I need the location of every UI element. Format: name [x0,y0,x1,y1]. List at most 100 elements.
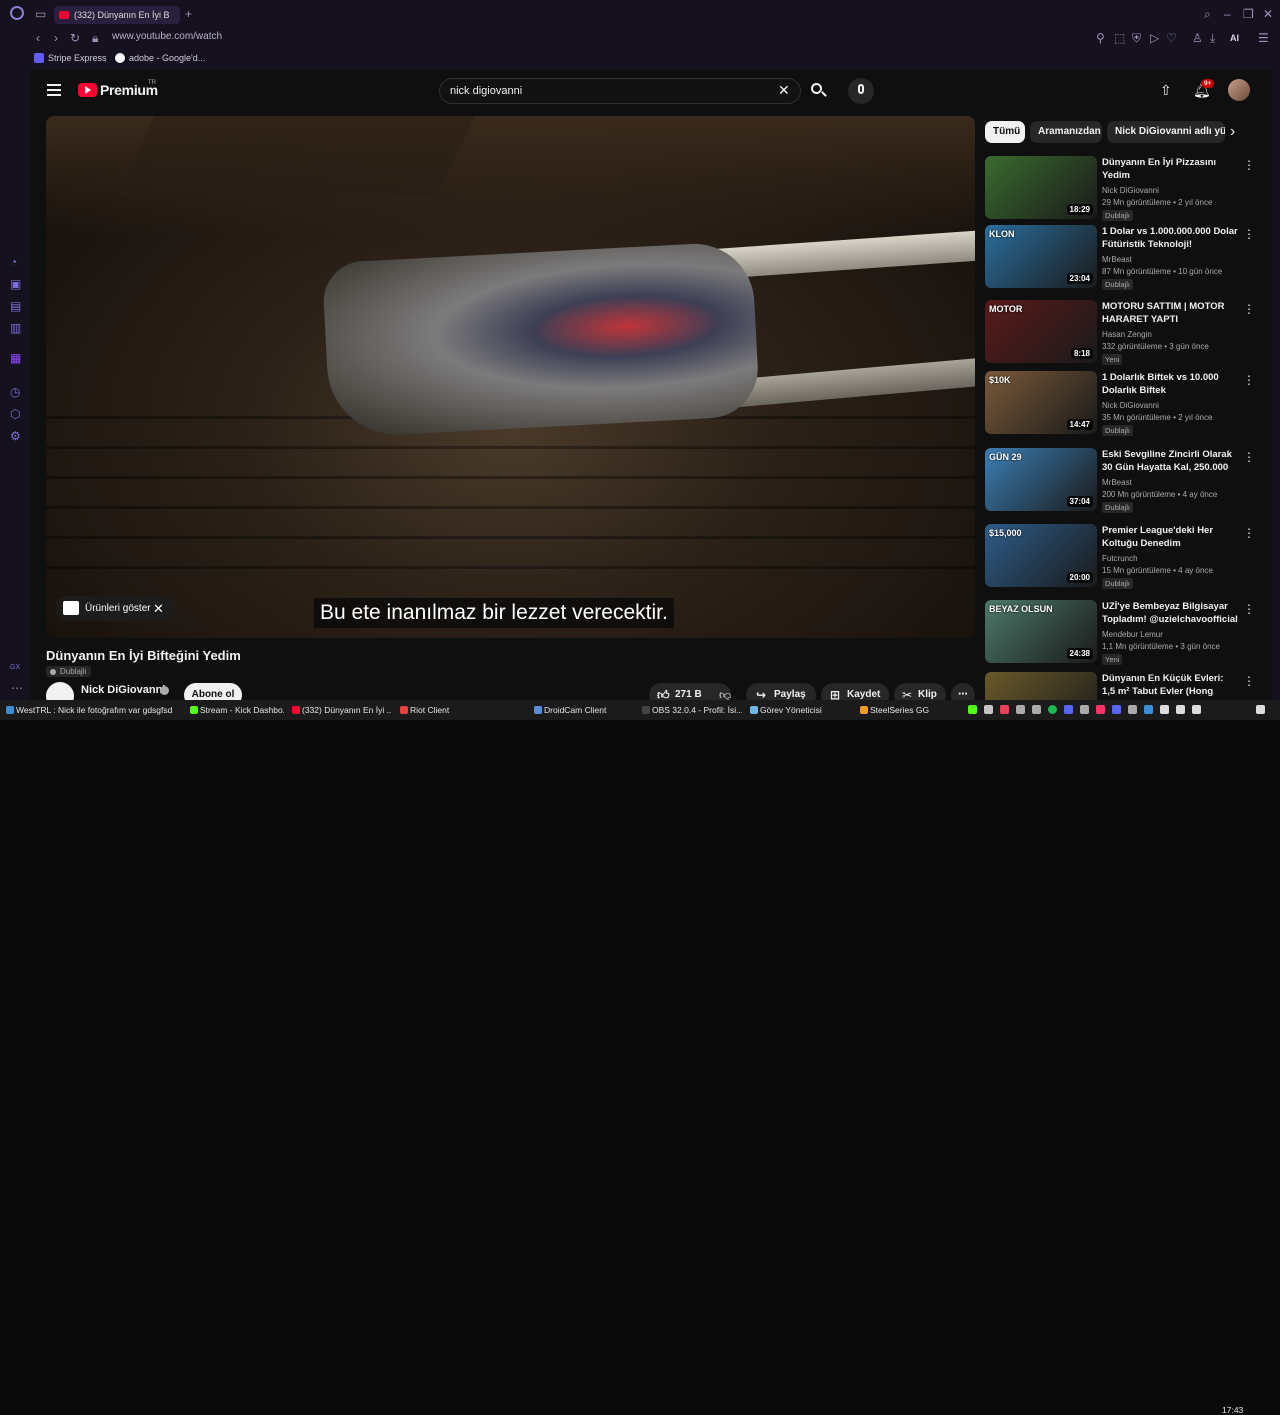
show-products-button[interactable]: Ürünleri göster ✕ [55,596,175,621]
video-thumbnail[interactable]: KLON 23:04 [985,225,1097,288]
sidebar-settings-icon[interactable]: ⚙ [10,428,21,444]
taskbar-app-button[interactable]: WestTRL : Nick ile fotoğrafım var gdsgfs… [4,702,184,718]
chip-channel-uploads[interactable]: Nick DiGiovanni adlı yükl [1107,121,1225,143]
tab-search-icon[interactable]: ⌕ [1204,6,1211,22]
minimize-icon[interactable]: – [1224,6,1231,22]
maximize-icon[interactable]: ❐ [1243,6,1254,22]
video-thumbnail[interactable]: $15,000 20:00 [985,524,1097,587]
recommendation-title[interactable]: UZİ'ye Bembeyaz Bilgisayar Topladım! @uz… [1102,600,1238,626]
tray-app4-icon[interactable] [1096,705,1105,714]
search-input[interactable]: nick digiovanni [450,85,522,97]
search-box[interactable]: nick digiovanni ✕ [439,78,801,104]
recommendation-channel[interactable]: Mendebur Lemur [1102,630,1163,639]
recommendation-title[interactable]: 1 Dolar vs 1.000.000.000 Dolar Fütüristi… [1102,225,1238,251]
tray-mic-icon[interactable] [1160,705,1169,714]
recommendation-menu-icon[interactable]: ⋮ [1243,158,1255,172]
tray-network-icon[interactable] [1176,705,1185,714]
sidebar-aria-icon[interactable]: ◔ [10,254,17,270]
recommendation-menu-icon[interactable]: ⋮ [1243,302,1255,316]
recommendation-channel[interactable]: MrBeast [1102,478,1132,487]
save-button[interactable]: ⊞ Kaydet [821,683,889,700]
bookmark-adobe[interactable]: adobe - Google'd... [129,53,205,63]
more-actions-button[interactable]: ⋯ [951,683,975,700]
guide-menu-icon[interactable] [47,84,61,86]
search-button[interactable] [801,78,833,104]
upload-icon[interactable]: ⇧ [1160,82,1172,99]
recommendation-title[interactable]: Dünyanın En Küçük Evleri: 1,5 m² Tabut E… [1102,672,1238,699]
page-scrollbar[interactable] [1272,70,1280,700]
taskbar-app-button[interactable]: DroidCam Client [532,702,634,718]
video-player[interactable]: Ürünleri göster ✕ Bu ete inanılmaz bir l… [46,116,975,638]
recommendation-item[interactable]: BEYAZ OLSUN 24:38 UZİ'ye Bembeyaz Bilgisay… [985,600,1255,666]
video-thumbnail[interactable]: 18:29 [985,156,1097,219]
sidebar-game-icon[interactable]: ▣ [10,276,21,292]
recommendation-item[interactable]: MOTOR 8:18 MOTORU SATTIM | MOTOR HARARET Y… [985,300,1255,366]
chips-next-icon[interactable]: › [1230,123,1235,141]
clear-search-icon[interactable]: ✕ [778,82,790,99]
chip-all[interactable]: Tümü [985,121,1025,143]
subscribe-button[interactable]: Abone ol [184,683,242,700]
tray-app2-icon[interactable] [1032,705,1041,714]
recommendation-item[interactable]: Dünyanın En Küçük Evleri: 1,5 m² Tabut E… [985,672,1255,700]
video-thumbnail[interactable]: BEYAZ OLSUN 24:38 [985,600,1097,663]
heart-icon[interactable]: ♡ [1166,30,1177,46]
tray-kick-icon[interactable] [968,705,977,714]
recommendation-title[interactable]: MOTORU SATTIM | MOTOR HARARET YAPTI [1102,300,1238,326]
tray-discord-icon[interactable] [1064,705,1073,714]
tray-app-icon[interactable] [984,705,993,714]
recommendation-menu-icon[interactable]: ⋮ [1243,526,1255,540]
taskbar-app-button[interactable]: (332) Dünyanın En İyi ... [290,702,392,718]
recommendation-menu-icon[interactable]: ⋮ [1243,602,1255,616]
pin-icon[interactable]: ⚲ [1096,30,1105,46]
recommendation-channel[interactable]: Nick DiGiovanni [1102,401,1159,410]
taskbar-app-button[interactable]: OBS 32.0.4 - Profil: İsi... [640,702,742,718]
recommendation-channel[interactable]: Nick DiGiovanni [1102,186,1159,195]
recommendation-item[interactable]: $10K 14:47 1 Dolarlık Biftek vs 10.000 Dol… [985,371,1255,437]
recommendation-channel[interactable]: Futcrunch [1102,554,1138,563]
channel-name[interactable]: Nick DiGiovanni [81,684,165,696]
profile-icon[interactable]: ♙ [1192,30,1203,46]
video-thumbnail[interactable] [985,672,1097,700]
recommendation-menu-icon[interactable]: ⋮ [1243,674,1255,688]
recommendation-menu-icon[interactable]: ⋮ [1243,227,1255,241]
taskbar-app-button[interactable]: Stream - Kick Dashbo... [188,702,284,718]
forward-icon[interactable]: › [54,30,58,46]
tray-discord2-icon[interactable] [1112,705,1121,714]
sidebar-twitch-icon[interactable]: ▦ [10,350,21,366]
video-thumbnail[interactable]: MOTOR 8:18 [985,300,1097,363]
video-thumbnail[interactable]: $10K 14:47 [985,371,1097,434]
opera-gx-logo-icon[interactable] [10,6,24,20]
menu-icon[interactable]: ☰ [1258,30,1269,46]
snapshot-icon[interactable]: ⬚ [1114,30,1125,46]
close-window-icon[interactable]: ✕ [1263,6,1273,22]
tray-app6-icon[interactable] [1144,705,1153,714]
tray-obs-icon[interactable] [1016,705,1025,714]
recommendation-menu-icon[interactable]: ⋮ [1243,373,1255,387]
back-icon[interactable]: ‹ [36,30,40,46]
tray-app3-icon[interactable] [1080,705,1089,714]
workspaces-icon[interactable]: ▭ [35,6,46,22]
send-icon[interactable]: ▷ [1150,30,1159,46]
taskbar-app-button[interactable]: Riot Client [398,702,526,718]
notification-center-icon[interactable] [1256,705,1265,714]
recommendation-channel[interactable]: MrBeast [1102,255,1132,264]
sidebar-gx-icon[interactable]: GX [10,660,20,676]
sidebar-more-icon[interactable]: ⋯ [11,680,23,696]
recommendation-channel[interactable]: Hasan Zengin [1102,330,1152,339]
account-avatar[interactable] [1228,79,1250,101]
recommendation-item[interactable]: $15,000 20:00 Premier League'deki Her Kolt… [985,524,1255,590]
recommendation-title[interactable]: Premier League'deki Her Koltuğu Denedim [1102,524,1238,550]
download-icon[interactable]: ⤓ [1210,30,1215,46]
tray-volume-icon[interactable] [1192,705,1201,714]
channel-avatar[interactable] [46,682,74,700]
recommendation-item[interactable]: 18:29 Dünyanın En İyi Pizzasını Yedim Nick… [985,156,1255,222]
ai-button[interactable]: AI [1230,30,1239,46]
url-field[interactable]: www.youtube.com/watch [112,31,222,42]
sidebar-history-icon[interactable]: ◷ [10,384,20,400]
recommendation-item[interactable]: KLON 23:04 1 Dolar vs 1.000.000.000 Dolar … [985,225,1255,291]
recommendation-title[interactable]: Eski Sevgiline Zincirli Olarak 30 Gün Ha… [1102,448,1238,475]
recommendation-title[interactable]: Dünyanın En İyi Pizzasını Yedim [1102,156,1238,182]
tab-youtube[interactable]: (332) Dünyanın En İyi B [54,6,180,24]
reload-icon[interactable]: ↻ [70,30,80,46]
shield-icon[interactable]: ⛨ [1132,30,1141,46]
